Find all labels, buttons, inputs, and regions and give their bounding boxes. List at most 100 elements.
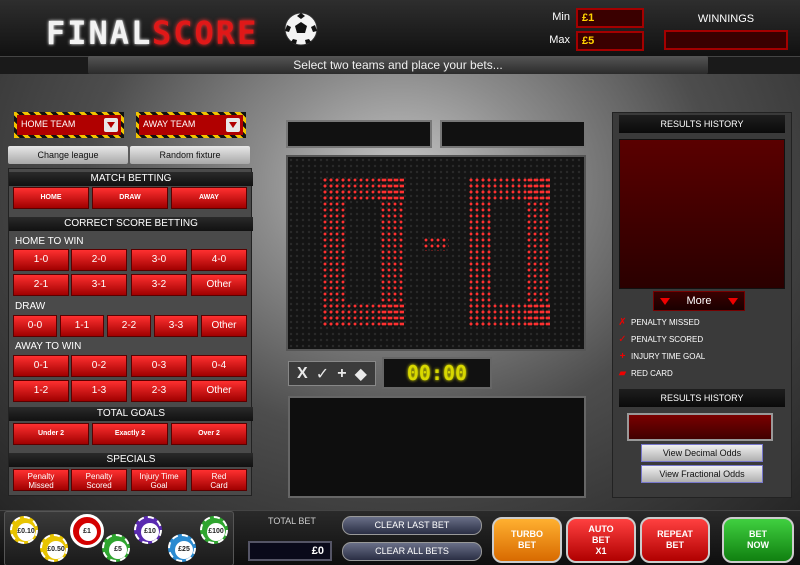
red-card-button[interactable]: Red Card bbox=[191, 469, 247, 491]
turbo-bet-button[interactable]: TURBO BET bbox=[492, 517, 562, 563]
scoreboard bbox=[286, 155, 586, 351]
legend-penalty-scored: ✓ PENALTY SCORED bbox=[617, 334, 703, 345]
score-button[interactable]: 0-3 bbox=[131, 355, 187, 377]
score-other-draw-button[interactable]: Other bbox=[201, 315, 247, 337]
correct-score-heading: CORRECT SCORE BETTING bbox=[9, 217, 253, 231]
chip-label: £0.50 bbox=[47, 546, 65, 553]
bet-now-button[interactable]: BET NOW bbox=[722, 517, 794, 563]
score-button[interactable]: 0-2 bbox=[71, 355, 127, 377]
legend-label: INJURY TIME GOAL bbox=[631, 352, 706, 361]
score-button[interactable]: 0-0 bbox=[13, 315, 57, 337]
score-button[interactable]: 0-1 bbox=[13, 355, 69, 377]
chip-label: £25 bbox=[178, 546, 190, 553]
special-line2: Missed bbox=[28, 481, 54, 490]
exactly-2-button[interactable]: Exactly 2 bbox=[92, 423, 168, 445]
tick-icon: ✓ bbox=[618, 334, 627, 345]
card-icon: ◆ bbox=[354, 365, 367, 383]
score-button[interactable]: 2-3 bbox=[131, 380, 187, 402]
legend-injury-time-goal: + INJURY TIME GOAL bbox=[617, 351, 706, 362]
plus-icon: + bbox=[337, 364, 347, 382]
bet-home-button[interactable]: HOME bbox=[13, 187, 89, 209]
view-decimal-odds-button[interactable]: View Decimal Odds bbox=[641, 444, 763, 462]
legend-penalty-missed: ✗ PENALTY MISSED bbox=[617, 317, 700, 328]
total-bet-label: TOTAL BET bbox=[268, 516, 316, 526]
turbo-line2: BET bbox=[518, 540, 536, 550]
chip-0-50[interactable]: £0.50 bbox=[40, 534, 68, 562]
view-fractional-odds-button[interactable]: View Fractional Odds bbox=[641, 465, 763, 483]
clear-all-bets-button[interactable]: CLEAR ALL BETS bbox=[342, 542, 482, 561]
special-line1: Penalty bbox=[85, 472, 113, 481]
winnings-label: WINNINGS bbox=[697, 13, 755, 25]
results-history-heading: RESULTS HISTORY bbox=[619, 115, 785, 133]
football-icon bbox=[284, 12, 318, 46]
logo-final-text: FINAL bbox=[46, 14, 153, 52]
auto-bet-button[interactable]: AUTO BET X1 bbox=[566, 517, 636, 563]
bet-draw-button[interactable]: DRAW bbox=[92, 187, 168, 209]
bet-now-line1: BET bbox=[749, 529, 767, 539]
score-other-home-button[interactable]: Other bbox=[191, 274, 247, 296]
special-line1: Injury Time bbox=[139, 472, 179, 481]
winnings-display bbox=[664, 30, 788, 50]
header-bar: FINAL SCORE Min £1 Max £5 WINNINGS bbox=[0, 0, 800, 57]
score-button[interactable]: 1-0 bbox=[13, 249, 69, 271]
home-team-dropdown[interactable]: HOME TEAM bbox=[14, 112, 124, 138]
chip-label: £5 bbox=[114, 546, 122, 553]
home-team-label: HOME TEAM bbox=[21, 119, 76, 129]
score-button[interactable]: 1-2 bbox=[13, 380, 69, 402]
tick-icon: ✓ bbox=[315, 365, 330, 383]
red-card-icon: ▰ bbox=[618, 368, 627, 379]
clear-last-bet-button[interactable]: CLEAR LAST BET bbox=[342, 516, 482, 535]
penalty-missed-button[interactable]: Penalty Missed bbox=[13, 469, 69, 491]
score-button[interactable]: 3-2 bbox=[131, 274, 187, 296]
legend-label: PENALTY MISSED bbox=[631, 318, 700, 327]
away-team-dropdown[interactable]: AWAY TEAM bbox=[136, 112, 246, 138]
score-button[interactable]: 1-3 bbox=[71, 380, 127, 402]
logo-score-text: SCORE bbox=[152, 14, 259, 52]
over-2-button[interactable]: Over 2 bbox=[171, 423, 247, 445]
chip-1-selected[interactable]: £1 bbox=[70, 514, 104, 548]
draw-label: DRAW bbox=[15, 301, 46, 312]
commentary-box bbox=[288, 396, 586, 498]
min-bet-field: £1 bbox=[576, 8, 644, 28]
score-other-away-button[interactable]: Other bbox=[191, 380, 247, 402]
score-button[interactable]: 0-4 bbox=[191, 355, 247, 377]
special-line1: Red bbox=[211, 472, 227, 481]
results-history-list bbox=[619, 139, 785, 289]
score-button[interactable]: 4-0 bbox=[191, 249, 247, 271]
more-button[interactable]: More bbox=[653, 291, 745, 311]
score-button[interactable]: 2-1 bbox=[13, 274, 69, 296]
penalty-scored-button[interactable]: Penalty Scored bbox=[71, 469, 127, 491]
results-history-display bbox=[627, 413, 773, 441]
chip-10[interactable]: £10 bbox=[134, 516, 162, 544]
total-goals-heading: TOTAL GOALS bbox=[9, 407, 253, 421]
away-team-display bbox=[440, 120, 586, 148]
chip-25[interactable]: £25 bbox=[168, 534, 196, 562]
score-button[interactable]: 2-2 bbox=[107, 315, 151, 337]
chip-5[interactable]: £5 bbox=[102, 534, 130, 562]
score-button[interactable]: 1-1 bbox=[60, 315, 104, 337]
under-2-button[interactable]: Under 2 bbox=[13, 423, 89, 445]
results-panel: RESULTS HISTORY More ✗ PENALTY MISSED ✓ … bbox=[612, 112, 792, 498]
min-label: Min bbox=[552, 11, 570, 23]
score-button[interactable]: 2-0 bbox=[71, 249, 127, 271]
home-score-digit bbox=[322, 177, 404, 327]
score-button[interactable]: 3-0 bbox=[131, 249, 187, 271]
results-history-heading-2: RESULTS HISTORY bbox=[619, 389, 785, 407]
match-timer: 00:00 bbox=[382, 357, 492, 389]
score-button[interactable]: 3-1 bbox=[71, 274, 127, 296]
injury-time-goal-button[interactable]: Injury Time Goal bbox=[131, 469, 187, 491]
total-bet-display: £0 bbox=[248, 541, 332, 561]
random-fixture-button[interactable]: Random fixture bbox=[130, 146, 250, 164]
chip-100[interactable]: £100 bbox=[200, 516, 228, 544]
repeat-bet-button[interactable]: REPEAT BET bbox=[640, 517, 710, 563]
score-separator bbox=[423, 237, 449, 251]
chip-0-10[interactable]: £0.10 bbox=[10, 516, 38, 544]
special-line2: Goal bbox=[150, 481, 168, 490]
chip-label: £1 bbox=[83, 528, 91, 535]
score-button[interactable]: 3-3 bbox=[154, 315, 198, 337]
change-league-button[interactable]: Change league bbox=[8, 146, 128, 164]
bet-away-button[interactable]: AWAY bbox=[171, 187, 247, 209]
cross-icon: ✗ bbox=[618, 317, 627, 328]
repeat-line1: REPEAT bbox=[657, 529, 693, 539]
bet-now-line2: NOW bbox=[747, 540, 769, 550]
